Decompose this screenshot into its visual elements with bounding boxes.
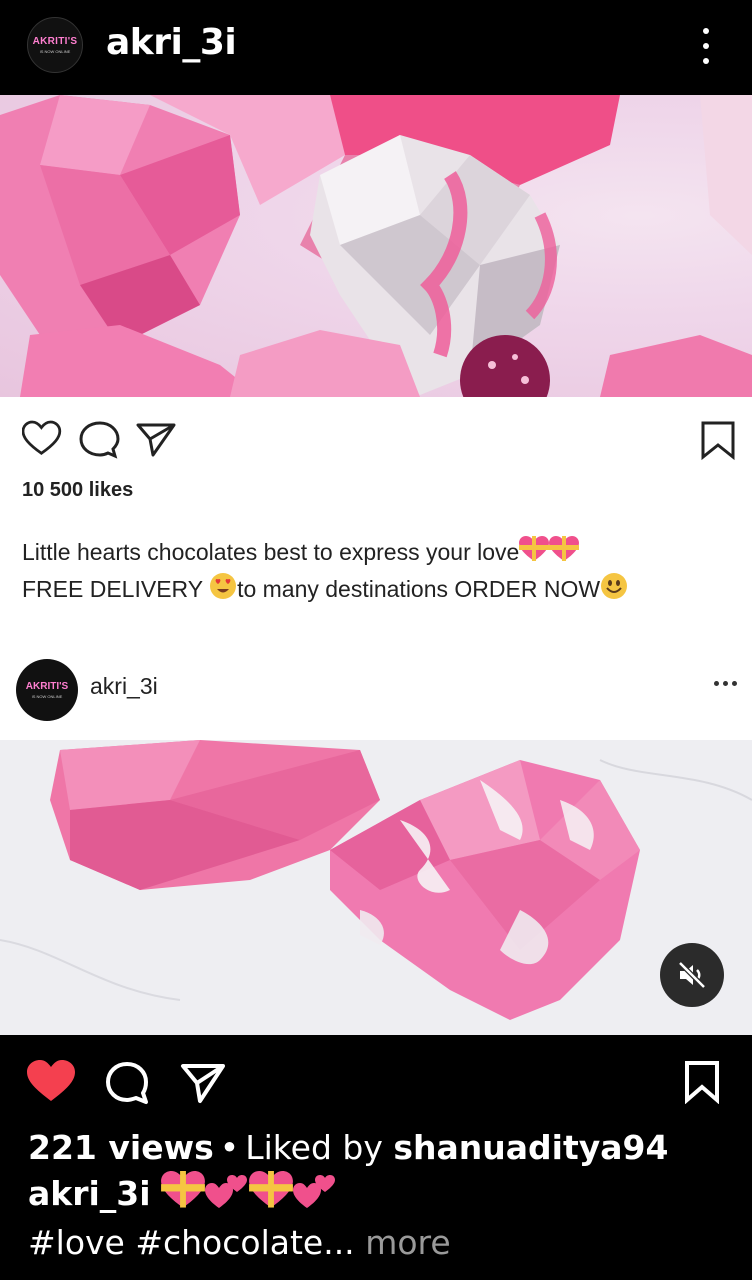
embedded-more-icon: [714, 681, 737, 686]
avatar[interactable]: AKRITI'S IS NOW ONLINE: [27, 17, 83, 73]
caption-username[interactable]: akri_3i: [28, 1174, 151, 1213]
two-hearts-emoji-icon: [205, 1170, 249, 1221]
hashtags-line: #love #chocolate... more: [28, 1221, 748, 1265]
heart-gift-emoji-icon: [249, 1171, 294, 1220]
heart-filled-icon[interactable]: [27, 1060, 75, 1102]
embedded-likes-count: 10 500 likes: [22, 479, 134, 501]
heart-gift-emoji-icon: [161, 1171, 206, 1220]
embedded-avatar-text: AKRITI'S: [25, 681, 69, 692]
post-header: AKRITI'S IS NOW ONLINE akri_3i: [0, 0, 752, 95]
embedded-caption-line1: Little hearts chocolates best to express…: [22, 539, 520, 565]
chocolate-hearts-image: [0, 95, 752, 397]
embedded-action-icons: [22, 420, 176, 459]
embedded-caption-line2b: to many destinations ORDER NOW: [237, 576, 601, 602]
embedded-caption: Little hearts chocolates best to express…: [22, 535, 742, 610]
avatar-text: AKRITI'S: [32, 36, 78, 47]
smiley-emoji-icon: [600, 572, 628, 610]
action-bar: [0, 1035, 752, 1135]
caption-line: akri_3i: [28, 1170, 748, 1221]
embedded-bookmark-icon: [701, 421, 735, 461]
username[interactable]: akri_3i: [106, 22, 237, 63]
marbled-heart-image: [0, 740, 752, 1035]
mute-toggle-button[interactable]: [660, 943, 724, 1007]
heart-eyes-emoji-icon: [209, 572, 237, 610]
ellipsis: ...: [323, 1223, 355, 1262]
views-count[interactable]: 221 views: [28, 1128, 214, 1167]
post-footer: 221 views • Liked by shanuaditya94 akri_3i…: [28, 1126, 748, 1265]
embedded-author-name: akri_3i: [90, 673, 158, 699]
separator: •: [219, 1128, 240, 1167]
embedded-post-card: 10 500 likes Little hearts chocolates be…: [0, 397, 752, 742]
liked-by-prefix: Liked by: [245, 1128, 394, 1167]
post-media[interactable]: 10 500 likes Little hearts chocolates be…: [0, 95, 752, 1035]
mute-icon: [678, 961, 706, 989]
share-icon[interactable]: [180, 1062, 226, 1104]
more-options-icon[interactable]: [694, 24, 718, 68]
heart-gift-emoji-icon: [549, 535, 580, 572]
liked-by-user[interactable]: shanuaditya94: [393, 1128, 668, 1167]
hashtags[interactable]: #love #chocolate: [28, 1223, 323, 1262]
two-hearts-emoji-icon: [293, 1170, 337, 1221]
avatar-subtext: IS NOW ONLINE: [39, 49, 71, 54]
more-link[interactable]: more: [365, 1223, 450, 1262]
bookmark-icon[interactable]: [684, 1060, 720, 1104]
embedded-avatar-subtext: IS NOW ONLINE: [31, 694, 63, 699]
comment-icon[interactable]: [105, 1061, 151, 1105]
heart-gift-emoji-icon: [519, 535, 550, 572]
embedded-avatar: AKRITI'S IS NOW ONLINE: [16, 659, 78, 721]
embedded-author-row: AKRITI'S IS NOW ONLINE akri_3i: [16, 659, 752, 721]
embedded-caption-line2a: FREE DELIVERY: [22, 576, 210, 602]
views-line: 221 views • Liked by shanuaditya94: [28, 1126, 748, 1170]
